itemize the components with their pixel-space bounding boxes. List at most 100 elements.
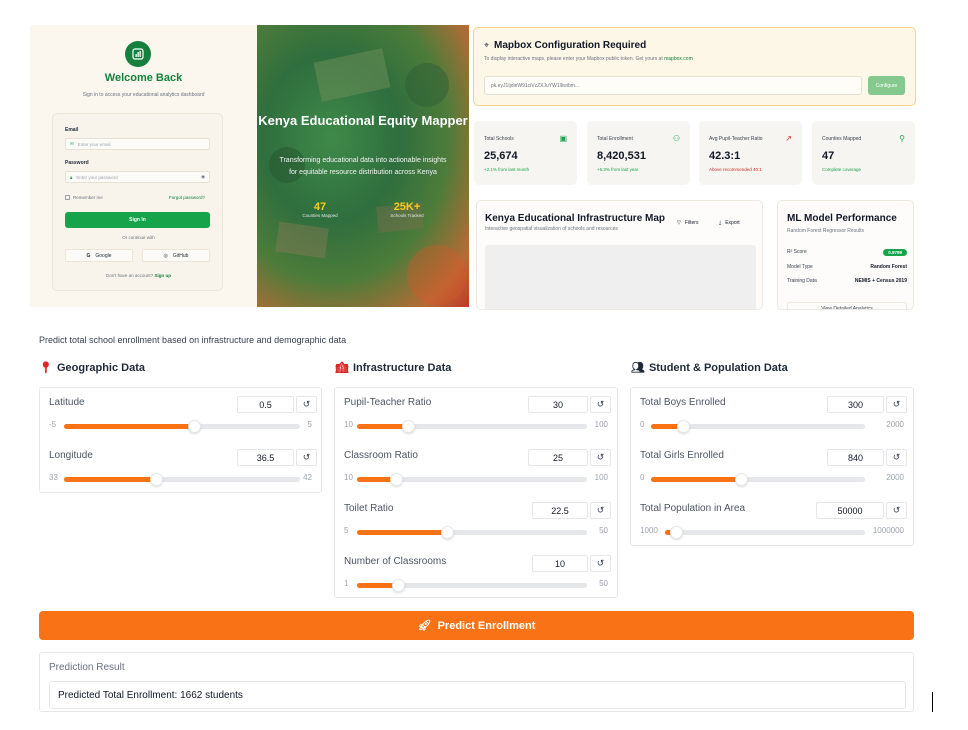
login-card: Email ✉ Enter your email Password 🔒︎ Ent…: [52, 113, 223, 291]
slider-track[interactable]: [357, 526, 587, 539]
filters-label: Filters: [684, 220, 699, 226]
login-panel: Welcome Back Sign in to access your educ…: [30, 25, 257, 307]
slider-track[interactable]: [64, 420, 300, 433]
reset-icon[interactable]: ↺: [296, 396, 317, 413]
signup-row: Don't have an account? Sign up: [53, 273, 224, 278]
number-input[interactable]: 300: [827, 396, 884, 413]
field-toilet-ratio: Toilet Ratio 22.5 ↺ 5 50: [335, 494, 617, 547]
number-input[interactable]: 36.5: [237, 449, 294, 466]
reset-icon[interactable]: ↺: [590, 502, 611, 519]
slider-thumb[interactable]: [392, 579, 406, 592]
slider-min: -5: [49, 420, 57, 429]
hero-stat-counties: 47 Counties Mapped: [295, 201, 345, 218]
slider-min: 0: [640, 420, 645, 429]
github-button[interactable]: ◎ GitHub: [142, 249, 210, 262]
population-section-header: 👥︎ Student & Population Data: [631, 361, 788, 375]
ml-performance-card: ML Model Performance Random Forest Regre…: [777, 200, 914, 310]
slider-track[interactable]: [665, 526, 865, 539]
stat-change: +5.3% from last year: [597, 167, 639, 172]
predict-enrollment-button[interactable]: 🚀︎ Predict Enrollment: [39, 611, 914, 640]
number-input[interactable]: 10: [532, 555, 588, 572]
infrastructure-panel: Pupil-Teacher Ratio 30 ↺ 10 100 Classroom Rat…: [334, 387, 618, 598]
slider-thumb[interactable]: [669, 526, 683, 539]
number-input[interactable]: 50000: [816, 502, 884, 519]
view-detailed-analytics-button[interactable]: View Detailed Analytics: [787, 302, 907, 309]
email-field[interactable]: ✉ Enter your email: [65, 138, 210, 150]
export-button[interactable]: ⤓ Export: [719, 216, 740, 230]
infrastructure-section-header: 🏫︎ Infrastructure Data: [335, 361, 451, 375]
google-button[interactable]: G Google: [65, 249, 133, 262]
slider-track[interactable]: [357, 579, 587, 592]
counties-label: Counties Mapped: [302, 213, 338, 218]
slider-min: 10: [344, 473, 353, 482]
mail-icon: ✉: [70, 141, 74, 146]
slider-thumb[interactable]: [677, 420, 691, 433]
number-input[interactable]: 30: [528, 396, 588, 413]
mapbox-token-input[interactable]: pk.eyJ1IjoieW91ciVzZXJuYW1lIiwibm...: [484, 76, 862, 95]
result-textbox[interactable]: Predicted Total Enrollment: 1662 student…: [49, 681, 906, 709]
reset-icon[interactable]: ↺: [886, 396, 907, 413]
field-total-population-in-area: Total Population in Area 50000 ↺ 1000 100000…: [631, 494, 913, 547]
field-label: Total Girls Enrolled: [640, 450, 724, 461]
configure-button[interactable]: Configure: [868, 76, 905, 95]
remember-checkbox[interactable]: [65, 195, 70, 200]
reset-icon[interactable]: ↺: [296, 449, 317, 466]
number-input[interactable]: 22.5: [532, 502, 588, 519]
training-value: NEMIS + Census 2019: [854, 278, 907, 284]
slider-fill: [357, 424, 408, 429]
hero-stat-schools: 25K+ Schools Tracked: [379, 201, 435, 218]
slider-thumb[interactable]: [734, 473, 748, 486]
slider-track[interactable]: [64, 473, 300, 486]
geographic-section-title: Geographic Data: [56, 361, 145, 374]
number-input[interactable]: 840: [827, 449, 884, 466]
mapbox-link[interactable]: mapbox.com: [664, 56, 693, 62]
field-label: Total Boys Enrolled: [640, 397, 726, 408]
slider-thumb[interactable]: [440, 526, 454, 539]
number-input[interactable]: 0.5: [237, 396, 294, 413]
r2-label: R² Score: [787, 249, 807, 255]
signup-link[interactable]: Sign up: [154, 273, 171, 278]
sign-in-button[interactable]: Sign In: [65, 212, 210, 228]
population-panel: Total Boys Enrolled 300 ↺ 0 2000 Total Girls …: [630, 387, 914, 546]
password-field[interactable]: 🔒︎ Enter your password ◉: [65, 171, 210, 183]
eye-icon[interactable]: ◉: [201, 174, 205, 180]
stat-label: Counties Mapped: [822, 136, 862, 142]
slider-track[interactable]: [651, 420, 865, 433]
reset-icon[interactable]: ↺: [590, 449, 611, 466]
google-icon: G: [86, 252, 91, 259]
slider-fill: [651, 477, 741, 482]
slider-track[interactable]: [357, 420, 587, 433]
slider-thumb[interactable]: [150, 473, 164, 486]
reset-icon[interactable]: ↺: [590, 555, 611, 572]
reset-icon[interactable]: ↺: [590, 396, 611, 413]
email-placeholder: Enter your email: [77, 141, 111, 147]
slider-min: 0: [640, 473, 645, 482]
slider-track[interactable]: [651, 473, 865, 486]
no-account-text: Don't have an account?: [106, 273, 154, 278]
field-latitude: Latitude 0.5 ↺ -5 5: [40, 388, 321, 441]
field-label: Latitude: [49, 397, 85, 408]
slider-thumb[interactable]: [401, 420, 415, 433]
slider-min: 10: [344, 420, 353, 429]
password-label: Password: [65, 160, 89, 166]
slider-track[interactable]: [357, 473, 587, 486]
stat-card-pupil-teacher-ratio: Avg Pupil-Teacher Ratio ↗ 42.3:1 Above r…: [699, 121, 802, 185]
school-building-icon: 🏫︎: [335, 362, 349, 374]
filters-button[interactable]: ▽ Filters: [677, 216, 698, 230]
map-canvas[interactable]: [485, 245, 756, 309]
rocket-icon: 🚀︎: [417, 620, 432, 632]
stat-change: +2.1% from last month: [484, 167, 530, 172]
slider-max: 42: [303, 473, 312, 482]
welcome-heading: Welcome Back: [104, 72, 183, 84]
reset-icon[interactable]: ↺: [886, 449, 907, 466]
number-input[interactable]: 25: [528, 449, 588, 466]
slider-thumb[interactable]: [390, 473, 404, 486]
github-icon: ◎: [163, 252, 168, 259]
mapbox-title: Mapbox Configuration Required: [494, 40, 647, 51]
reset-icon[interactable]: ↺: [886, 502, 907, 519]
continue-with-divider: Or continue with: [122, 235, 155, 240]
slider-fill: [64, 477, 157, 482]
slider-thumb[interactable]: [187, 420, 201, 433]
stat-value: 25,674: [484, 150, 518, 162]
forgot-password-link[interactable]: Forgot password?: [169, 195, 205, 200]
